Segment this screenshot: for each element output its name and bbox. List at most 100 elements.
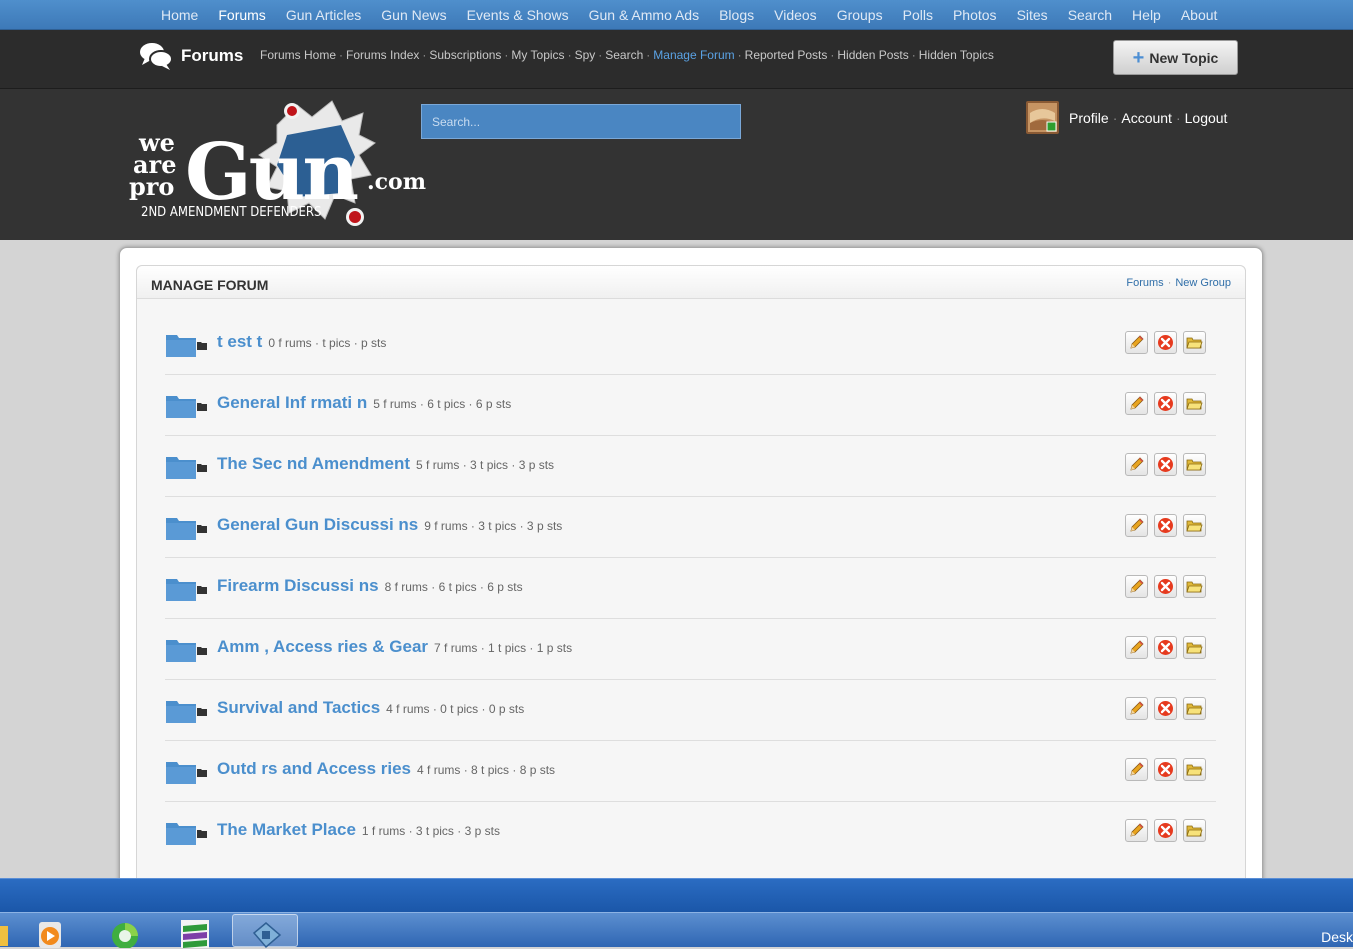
forum-stats: 5 f rums · 6 t pics · 6 p sts [373,397,512,411]
account-link[interactable]: Account [1121,110,1172,126]
delete-button[interactable] [1154,331,1177,354]
subnav-link-my-topics[interactable]: My Topics [511,48,564,62]
taskbar-button-app[interactable] [162,914,228,948]
logout-link[interactable]: Logout [1185,110,1228,126]
folder-open-icon [1186,581,1203,593]
open-button[interactable] [1183,636,1206,659]
panel-links: Forums · New Group [1126,277,1231,289]
forum-stats: 4 f rums · 8 t pics · 8 p sts [417,763,556,777]
forum-title-link[interactable]: Survival and Tactics [217,698,380,717]
subnav-link-spy[interactable]: Spy [575,48,596,62]
subnav-link-reported-posts[interactable]: Reported Posts [745,48,828,62]
subnav-link-forums-home[interactable]: Forums Home [260,48,336,62]
edit-button[interactable] [1125,697,1148,720]
open-button[interactable] [1183,575,1206,598]
taskbar-button-media[interactable] [20,914,86,948]
search-input[interactable] [421,104,741,139]
forum-title-link[interactable]: Outd rs and Access ries [217,759,411,778]
nav-item-events-and-shows[interactable]: Events & Shows [457,7,579,23]
edit-button[interactable] [1125,392,1148,415]
forum-title-link[interactable]: Amm , Access ries & Gear [217,637,428,656]
nav-item-about[interactable]: About [1171,7,1228,23]
delete-button[interactable] [1154,758,1177,781]
open-button[interactable] [1183,392,1206,415]
nav-item-gun-and-ammo-ads[interactable]: Gun & Ammo Ads [579,7,710,23]
folder-open-icon [1186,825,1203,837]
separator: · [422,48,427,62]
nav-item-forums[interactable]: Forums [208,7,275,23]
nav-item-gun-articles[interactable]: Gun Articles [276,7,371,23]
nav-item-search[interactable]: Search [1058,7,1122,23]
open-button[interactable] [1183,453,1206,476]
separator: · [737,48,742,62]
forum-actions [1125,819,1212,842]
edit-button[interactable] [1125,636,1148,659]
subnav-link-manage-forum[interactable]: Manage Forum [653,48,734,62]
nav-item-sites[interactable]: Sites [1007,7,1058,23]
subnav-link-hidden-posts[interactable]: Hidden Posts [837,48,908,62]
open-button[interactable] [1183,331,1206,354]
forum-row-text: General Gun Discussi ns 9 f rums · 3 t pi… [217,515,562,535]
edit-button[interactable] [1125,514,1148,537]
edit-button[interactable] [1125,331,1148,354]
pencil-icon [1130,457,1144,471]
forum-title-link[interactable]: General Inf rmati n [217,393,367,412]
edit-button[interactable] [1125,758,1148,781]
delete-button[interactable] [1154,697,1177,720]
open-button[interactable] [1183,514,1206,537]
delete-button[interactable] [1154,819,1177,842]
taskbar-button-browser[interactable] [92,914,158,948]
forum-row-text: Outd rs and Access ries 4 f rums · 8 t pi… [217,759,555,779]
delete-button[interactable] [1154,636,1177,659]
folder-open-icon [1186,459,1203,471]
forum-title-link[interactable]: General Gun Discussi ns [217,515,418,534]
folder-open-icon [1186,764,1203,776]
forum-title-link[interactable]: Firearm Discussi ns [217,576,379,595]
separator: · [1112,110,1118,126]
subnav-link-forums-index[interactable]: Forums Index [346,48,419,62]
small-folder-icon [197,525,207,533]
separator: · [339,48,344,62]
delete-button[interactable] [1154,392,1177,415]
forum-row-text: Amm , Access ries & Gear 7 f rums · 1 t p… [217,637,572,657]
forum-title-link[interactable]: The Sec nd Amendment [217,454,410,473]
open-button[interactable] [1183,697,1206,720]
folder-icon [166,579,196,601]
nav-item-home[interactable]: Home [151,7,208,23]
subnav-link-subscriptions[interactable]: Subscriptions [429,48,501,62]
nav-item-groups[interactable]: Groups [827,7,893,23]
site-logo[interactable]: we are pro Gun .com 2ND AMENDMENT DEFEND… [127,95,433,235]
forum-actions [1125,636,1212,659]
profile-link[interactable]: Profile [1069,110,1109,126]
desktop-toolbar-label[interactable]: Desk [1321,929,1353,945]
open-button[interactable] [1183,819,1206,842]
panel-link-new-group[interactable]: New Group [1175,277,1231,289]
folder-open-icon [1186,337,1203,349]
nav-item-help[interactable]: Help [1122,7,1171,23]
nav-item-polls[interactable]: Polls [893,7,943,23]
forum-row-text: Survival and Tactics 4 f rums · 0 t pics … [217,698,524,718]
panel-link-forums[interactable]: Forums [1126,277,1163,289]
edit-button[interactable] [1125,819,1148,842]
delete-button[interactable] [1154,453,1177,476]
forum-row: Outd rs and Access ries 4 f rums · 8 t pi… [165,741,1216,802]
forum-title-link[interactable]: t est t [217,332,262,351]
delete-button[interactable] [1154,514,1177,537]
edit-button[interactable] [1125,575,1148,598]
subnav-link-hidden-topics[interactable]: Hidden Topics [919,48,994,62]
taskbar-button-active[interactable] [232,914,298,949]
content-container: MANAGE FORUM Forums · New Group t est t 0 f… [119,247,1263,907]
user-avatar[interactable] [1026,101,1059,134]
open-button[interactable] [1183,758,1206,781]
new-topic-button[interactable]: + New Topic [1113,40,1238,75]
nav-item-gun-news[interactable]: Gun News [371,7,456,23]
edit-button[interactable] [1125,453,1148,476]
nav-item-photos[interactable]: Photos [943,7,1007,23]
forum-title-link[interactable]: The Market Place [217,820,356,839]
forum-row: Survival and Tactics 4 f rums · 0 t pics … [165,680,1216,741]
delete-button[interactable] [1154,575,1177,598]
subnav-link-search[interactable]: Search [605,48,643,62]
window-icon [252,922,282,949]
nav-item-blogs[interactable]: Blogs [709,7,764,23]
nav-item-videos[interactable]: Videos [764,7,827,23]
